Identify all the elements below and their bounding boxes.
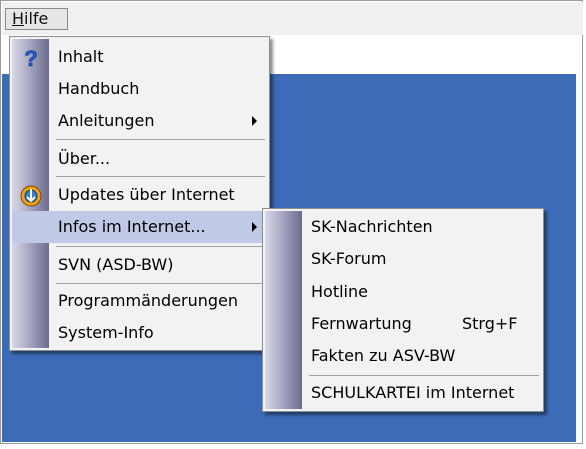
menu-item-inhalt[interactable]: ? Inhalt — [12, 41, 267, 73]
menu-separator — [56, 139, 265, 140]
menu-item-infos-internet[interactable]: Infos im Internet... — [12, 211, 267, 243]
menu-hilfe-mnemonic: H — [12, 9, 25, 28]
submenu-item-label: Fakten zu ASV-BW — [311, 346, 456, 365]
menu-item-updates[interactable]: Updates über Internet — [12, 179, 267, 211]
submenu-item-fakten-asv[interactable]: Fakten zu ASV-BW — [265, 340, 541, 372]
submenu-item-sk-nachrichten[interactable]: SK-Nachrichten — [265, 211, 541, 243]
submenu-item-label: Fernwartung — [311, 314, 412, 333]
menu-item-label: Updates über Internet — [58, 185, 235, 204]
menu-hilfe[interactable]: Hilfe — [5, 8, 68, 30]
menu-item-label: Infos im Internet... — [58, 217, 206, 236]
submenu-arrow-icon — [252, 222, 257, 232]
submenu-item-label: SCHULKARTEI im Internet — [311, 383, 515, 402]
menu-item-label: Handbuch — [58, 79, 140, 98]
submenu-item-fernwartung[interactable]: Fernwartung Strg+F — [265, 308, 541, 340]
menu-item-label: Anleitungen — [58, 111, 155, 130]
menu-separator — [56, 283, 265, 284]
update-globe-icon — [20, 185, 42, 207]
menu-hilfe-label: ilfe — [24, 9, 49, 28]
submenu-arrow-icon — [252, 116, 257, 126]
internet-submenu: SK-Nachrichten SK-Forum Hotline Fernwart… — [262, 208, 544, 412]
menu-bar: Hilfe — [2, 2, 583, 35]
menu-item-label: Inhalt — [58, 47, 104, 66]
menu-item-programmaenderungen[interactable]: Programmänderungen — [12, 285, 267, 317]
submenu-item-schulkartei-internet[interactable]: SCHULKARTEI im Internet — [265, 377, 541, 409]
menu-item-label: SVN (ASD-BW) — [58, 255, 174, 274]
menu-separator — [56, 246, 265, 247]
svg-text:?: ? — [24, 47, 37, 69]
menu-separator — [56, 176, 265, 177]
menu-item-label: Über... — [58, 149, 111, 168]
help-question-icon: ? — [24, 47, 38, 69]
submenu-item-label: SK-Forum — [311, 249, 387, 268]
help-menu: ? Inhalt Handbuch Anleitungen Über... Up… — [9, 36, 270, 351]
submenu-item-label: Hotline — [311, 282, 368, 301]
menu-item-system-info[interactable]: System-Info — [12, 317, 267, 349]
menu-item-label: Programmänderungen — [58, 291, 239, 310]
shortcut-label: Strg+F — [462, 314, 518, 333]
menu-item-svn[interactable]: SVN (ASD-BW) — [12, 249, 267, 281]
menu-item-handbuch[interactable]: Handbuch — [12, 73, 267, 105]
submenu-item-sk-forum[interactable]: SK-Forum — [265, 243, 541, 275]
menu-item-anleitungen[interactable]: Anleitungen — [12, 105, 267, 137]
submenu-item-hotline[interactable]: Hotline — [265, 276, 541, 308]
menu-separator — [309, 375, 539, 376]
menu-item-label: System-Info — [58, 323, 154, 342]
submenu-item-label: SK-Nachrichten — [311, 217, 433, 236]
menu-item-ueber[interactable]: Über... — [12, 143, 267, 175]
